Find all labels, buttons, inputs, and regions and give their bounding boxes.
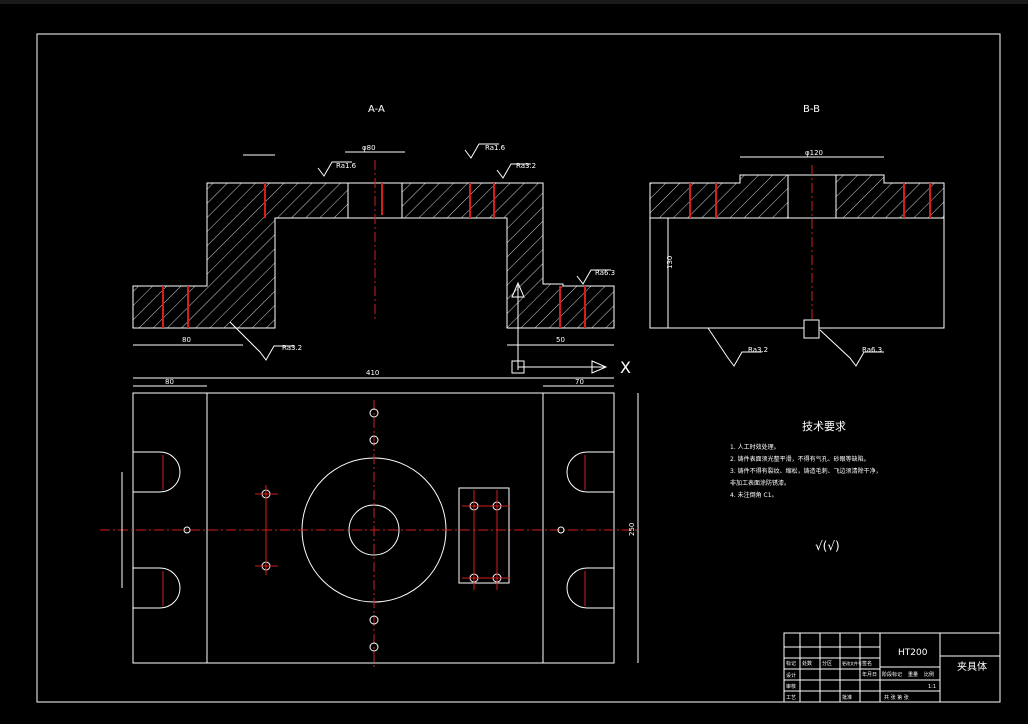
- axis-x-label: X: [620, 358, 631, 377]
- scale-value: 1:1: [928, 684, 936, 690]
- col-label-count: 处数: [802, 660, 812, 667]
- material-field: HT200: [898, 648, 928, 658]
- tech-item-4: 非加工表面涂防锈漆。: [730, 479, 790, 487]
- roughness-1: Ra1.6: [336, 162, 357, 170]
- tech-item-1: 1. 人工时效处理。: [730, 443, 780, 451]
- roughness-note: √(√): [815, 539, 840, 553]
- col-label-date: 年月日: [862, 671, 877, 678]
- tech-title: 技术要求: [802, 420, 846, 433]
- weight-label: 重量: [908, 671, 918, 678]
- roughness-3: Ra3.2: [516, 162, 536, 170]
- aa-right-base-dim: 50: [556, 336, 565, 344]
- title-block: HT200 夹具体 标记 设计 审核 工艺 处数 分区 更改文件号 签名 年月日…: [783, 632, 1001, 703]
- section-aa-label: A-A: [368, 104, 385, 115]
- right-offset-dim: 70: [575, 378, 584, 386]
- approve-label: 批准: [842, 694, 852, 701]
- roughness-2: Ra1.6: [485, 144, 506, 152]
- bb-height-dim: 130: [666, 256, 674, 269]
- left-offset-dim: 80: [165, 378, 174, 386]
- row-label-design: 设计: [786, 672, 796, 679]
- roughness-4: Ra6.3: [595, 269, 615, 277]
- row-label-review: 审核: [786, 683, 796, 690]
- overall-width-dim: 410: [366, 369, 379, 377]
- aa-bore-dim: φ80: [362, 144, 376, 152]
- part-name-field: 夹具体: [957, 660, 987, 673]
- section-aa-view: A-A φ80 80 50 Ra1.6 Ra1.6 Ra3.2 Ra6.3 Ra…: [132, 104, 631, 377]
- section-bb-view: B-B φ120 130 Ra3.2 Ra6.3: [649, 104, 945, 367]
- technical-requirements: 技术要求 1. 人工时效处理。 2. 铸件表面须光整平滑，不得有气孔、砂眼等缺陷…: [730, 420, 882, 553]
- height-right-dim: 250: [628, 523, 636, 536]
- tech-item-2: 2. 铸件表面须光整平滑，不得有气孔、砂眼等缺陷。: [730, 455, 870, 463]
- scale-label: 比例: [924, 671, 934, 678]
- cad-drawing-canvas[interactable]: A-A φ80 80 50 Ra1.6 Ra1.6 Ra3.2 Ra6.3 Ra…: [0, 0, 1028, 724]
- tech-item-3: 3. 铸件不得有裂纹、缩松，铸造毛刺、飞边须清除干净，: [730, 467, 882, 475]
- sheet-field: 共 张 第 张: [884, 694, 909, 701]
- roughness-6: Ra3.2: [748, 346, 768, 354]
- plan-view: 410 80 70 250: [100, 369, 640, 670]
- roughness-7: Ra6.3: [862, 346, 882, 354]
- bb-width-dim: φ120: [805, 149, 823, 157]
- row-label-process: 工艺: [786, 695, 796, 701]
- section-bb-label: B-B: [803, 104, 820, 115]
- aa-left-base-dim: 80: [182, 336, 191, 344]
- stage-label: 阶段标记: [882, 671, 902, 678]
- roughness-5: Ra3.2: [282, 344, 302, 352]
- row-label-mark: 标记: [786, 660, 796, 667]
- tech-item-5: 4. 未注倒角 C1。: [730, 491, 778, 499]
- col-label-signature: 签名: [862, 660, 872, 667]
- col-label-zone: 分区: [822, 660, 832, 667]
- col-label-change-doc: 更改文件号: [842, 660, 862, 666]
